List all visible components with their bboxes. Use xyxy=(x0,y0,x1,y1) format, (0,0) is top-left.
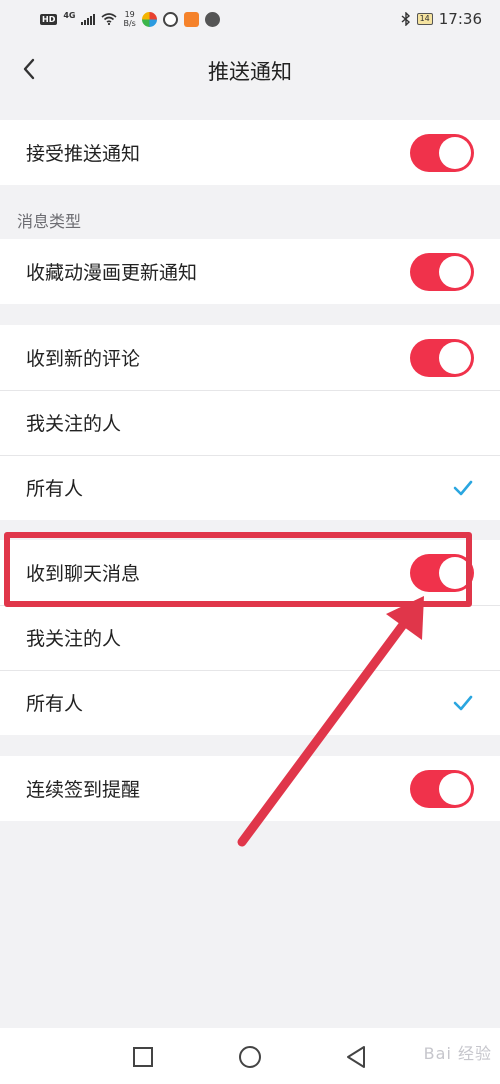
toggle-knob xyxy=(439,772,471,805)
settings-group-push: 接受推送通知 xyxy=(0,120,500,185)
network-speed: 19 B/s xyxy=(123,10,135,28)
checkmark-icon xyxy=(453,480,473,495)
settings-group-checkin: 连续签到提醒 xyxy=(0,756,500,821)
toggle-knob xyxy=(439,341,471,374)
setting-row-accept-push[interactable]: 接受推送通知 xyxy=(0,120,500,185)
status-bar-left: HD 4G 19 B/s xyxy=(40,10,220,28)
toggle-knob xyxy=(439,136,471,169)
setting-row-checkin-reminder[interactable]: 连续签到提醒 xyxy=(0,756,500,821)
option-row-chat-everyone[interactable]: 所有人 xyxy=(0,670,500,735)
settings-group-chat: 收到聊天消息 我关注的人 所有人 xyxy=(0,540,500,735)
toggle-knob xyxy=(439,255,471,288)
system-back-button[interactable] xyxy=(342,1042,372,1072)
checkin-reminder-toggle[interactable] xyxy=(410,769,474,808)
home-button[interactable] xyxy=(235,1042,265,1072)
setting-row-chat-message[interactable]: 收到聊天消息 xyxy=(0,540,500,605)
app-notification-icon xyxy=(204,11,220,27)
circle-icon xyxy=(239,1046,261,1068)
speed-unit: B/s xyxy=(123,19,136,28)
battery-icon: 14 xyxy=(416,13,433,25)
accept-push-toggle[interactable] xyxy=(410,133,474,172)
recent-apps-button[interactable] xyxy=(128,1042,158,1072)
settings-group-favorite: 收藏动漫画更新通知 xyxy=(0,239,500,304)
status-bar: HD 4G 19 B/s 14 17:36 xyxy=(0,0,500,38)
video-app-icon xyxy=(183,11,199,27)
option-label: 我关注的人 xyxy=(26,413,122,435)
square-icon xyxy=(133,1047,153,1067)
toggle-knob xyxy=(439,556,471,589)
option-label: 所有人 xyxy=(26,478,84,500)
app-notification-icon xyxy=(141,11,157,27)
setting-row-favorite-update[interactable]: 收藏动漫画更新通知 xyxy=(0,239,500,304)
speed-value: 19 xyxy=(124,10,135,19)
signal-icon xyxy=(81,13,96,25)
option-row-comment-everyone[interactable]: 所有人 xyxy=(0,455,500,520)
setting-label: 连续签到提醒 xyxy=(26,779,141,801)
section-header-message-type: 消息类型 xyxy=(17,212,82,231)
settings-group-comment: 收到新的评论 我关注的人 所有人 xyxy=(0,325,500,520)
checkmark-icon xyxy=(453,695,473,710)
option-row-comment-following[interactable]: 我关注的人 xyxy=(0,390,500,455)
app-notification-icon xyxy=(162,11,178,27)
status-time: 17:36 xyxy=(438,10,482,28)
header: 推送通知 xyxy=(0,38,500,100)
setting-label: 收藏动漫画更新通知 xyxy=(26,262,198,284)
setting-label: 收到聊天消息 xyxy=(26,563,141,585)
option-row-chat-following[interactable]: 我关注的人 xyxy=(0,605,500,670)
option-label: 我关注的人 xyxy=(26,628,122,650)
setting-label: 接受推送通知 xyxy=(26,143,141,165)
hd-badge: HD xyxy=(40,13,58,25)
favorite-update-toggle[interactable] xyxy=(410,252,474,291)
setting-label: 收到新的评论 xyxy=(26,348,141,370)
page-title: 推送通知 xyxy=(208,60,292,84)
wifi-icon xyxy=(101,13,118,25)
network-type: 4G xyxy=(63,10,76,20)
bluetooth-icon xyxy=(401,12,410,26)
status-bar-right: 14 17:36 xyxy=(401,10,482,28)
triangle-back-icon xyxy=(347,1046,365,1068)
watermark: Bai 经验 xyxy=(423,1044,492,1063)
option-label: 所有人 xyxy=(26,693,84,715)
setting-row-new-comment[interactable]: 收到新的评论 xyxy=(0,325,500,390)
chat-message-toggle[interactable] xyxy=(410,553,474,592)
new-comment-toggle[interactable] xyxy=(410,338,474,377)
